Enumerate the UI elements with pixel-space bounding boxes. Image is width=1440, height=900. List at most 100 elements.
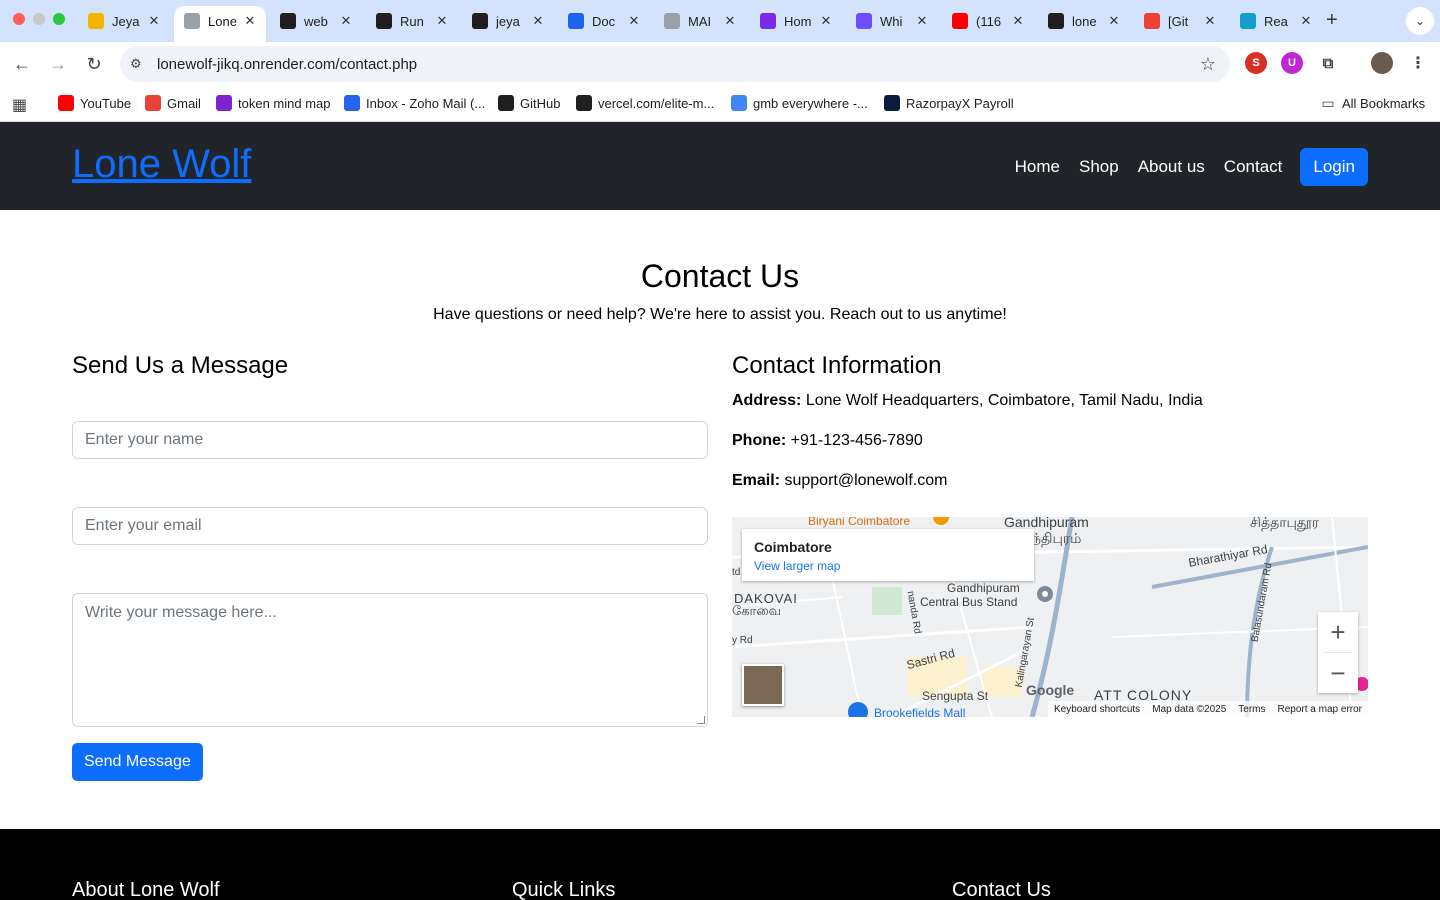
- message-textarea[interactable]: Write your message here...: [72, 593, 708, 727]
- site-navbar: Lone Wolf Home Shop About us Contact Log…: [0, 122, 1440, 210]
- tab-search-button[interactable]: ⌄: [1406, 7, 1434, 35]
- bookmark-item[interactable]: Gmail: [145, 95, 201, 111]
- tab-label: [Git: [1168, 13, 1189, 29]
- forward-button[interactable]: →: [46, 52, 70, 76]
- nav-link-contact[interactable]: Contact: [1224, 157, 1283, 177]
- gmail-icon: [1144, 13, 1160, 29]
- view-larger-map-link[interactable]: View larger map: [754, 559, 840, 573]
- email-field[interactable]: Enter your email: [72, 507, 708, 545]
- keyboard-shortcuts-link[interactable]: Keyboard shortcuts: [1048, 704, 1146, 715]
- satellite-toggle[interactable]: [742, 664, 784, 706]
- reload-button[interactable]: ↻: [82, 52, 106, 76]
- bookmark-item[interactable]: gmb everywhere -...: [731, 95, 868, 111]
- bookmark-label: Gmail: [167, 95, 201, 111]
- browser-tab[interactable]: lone ✕: [1038, 6, 1130, 36]
- bookmark-label: RazorpayX Payroll: [906, 95, 1014, 111]
- url-text[interactable]: lonewolf-jikq.onrender.com/contact.php: [157, 56, 417, 73]
- email-value: support@lonewolf.com: [784, 472, 948, 489]
- bookmark-item[interactable]: token mind map: [216, 95, 331, 111]
- brand-logo-link[interactable]: Lone Wolf: [72, 142, 251, 187]
- embedded-map[interactable]: Biryani Coimbatore Gandhipuram ந்திபுரம்…: [732, 517, 1368, 717]
- apps-grid-icon[interactable]: ▦: [12, 95, 27, 115]
- new-tab-button[interactable]: +: [1326, 9, 1338, 32]
- address-bar[interactable]: ⚙ lonewolf-jikq.onrender.com/contact.php…: [120, 46, 1230, 82]
- map-label-sathy-ta: சித்தாபுதூர: [1250, 517, 1319, 530]
- nav-link-shop[interactable]: Shop: [1079, 157, 1119, 177]
- tab-close-icon[interactable]: ✕: [818, 13, 834, 29]
- tab-close-icon[interactable]: ✕: [338, 13, 354, 29]
- zoom-out-button[interactable]: −: [1318, 653, 1358, 693]
- bookmark-label: YouTube: [80, 95, 132, 111]
- nav-link-about[interactable]: About us: [1138, 157, 1205, 177]
- all-bookmarks-label: All Bookmarks: [1342, 95, 1426, 111]
- browser-tab[interactable]: [Git ✕: [1134, 6, 1226, 36]
- tab-close-icon[interactable]: ✕: [434, 13, 450, 29]
- browser-tab[interactable]: Lone ✕: [174, 6, 266, 42]
- login-button[interactable]: Login: [1300, 148, 1368, 186]
- browser-tab[interactable]: Run ✕: [366, 6, 458, 36]
- back-button[interactable]: ←: [10, 52, 34, 76]
- browser-tab[interactable]: Jeya ✕: [78, 6, 170, 36]
- browser-tab[interactable]: Hom ✕: [750, 6, 842, 36]
- email-placeholder: Enter your email: [85, 517, 202, 534]
- zoho-mail-icon: [344, 95, 360, 111]
- browser-tab[interactable]: MAI ✕: [654, 6, 746, 36]
- textarea-resize-handle[interactable]: [697, 716, 705, 724]
- terms-link[interactable]: Terms: [1232, 704, 1271, 715]
- send-message-button[interactable]: Send Message: [72, 743, 203, 781]
- bookmark-star-icon[interactable]: ☆: [1200, 54, 1216, 75]
- close-window-button[interactable]: [13, 13, 25, 25]
- browser-tab[interactable]: jeya ✕: [462, 6, 554, 36]
- browser-tab[interactable]: Whi ✕: [846, 6, 938, 36]
- gmail-icon: [145, 95, 161, 111]
- github-icon: [472, 13, 488, 29]
- map-place-name: Coimbatore: [754, 539, 832, 555]
- tab-close-icon[interactable]: ✕: [1298, 13, 1314, 29]
- mindmap-icon: [216, 95, 232, 111]
- bookmark-item[interactable]: Inbox - Zoho Mail (...: [344, 95, 485, 111]
- report-map-error-link[interactable]: Report a map error: [1272, 704, 1368, 715]
- profile-avatar[interactable]: [1371, 52, 1393, 74]
- tab-close-icon[interactable]: ✕: [1202, 13, 1218, 29]
- globe-icon: [184, 13, 200, 29]
- tab-close-icon[interactable]: ✕: [722, 13, 738, 29]
- browser-tab[interactable]: Doc ✕: [558, 6, 650, 36]
- nav-links: Home Shop About us Contact Login: [996, 148, 1368, 186]
- all-bookmarks-folder[interactable]: ▭ All Bookmarks: [1320, 95, 1425, 111]
- tab-label: web: [304, 13, 328, 29]
- tab-close-icon[interactable]: ✕: [242, 13, 258, 29]
- bookmark-item[interactable]: vercel.com/elite-m...: [576, 95, 714, 111]
- browser-tab[interactable]: Rea ✕: [1230, 6, 1322, 36]
- tab-close-icon[interactable]: ✕: [146, 13, 162, 29]
- bookmarks-bar: ▦ YouTube Gmail token mind map Inbox - Zoho…: [0, 86, 1440, 122]
- nav-link-home[interactable]: Home: [1015, 157, 1060, 177]
- ublock-extension-icon[interactable]: U: [1281, 52, 1303, 74]
- seo-extension-icon[interactable]: S: [1245, 52, 1267, 74]
- extensions-puzzle-icon[interactable]: ⧉: [1317, 52, 1339, 74]
- address-line: Address: Lone Wolf Headquarters, Coimbat…: [732, 392, 1203, 410]
- map-label-kovai-ta: கோவை: [732, 603, 782, 618]
- map-data-text: Map data ©2025: [1152, 703, 1227, 715]
- address-value: Lone Wolf Headquarters, Coimbatore, Tami…: [805, 392, 1203, 409]
- bookmark-item[interactable]: YouTube: [58, 95, 131, 111]
- bookmark-label: gmb everywhere -...: [753, 95, 868, 111]
- tab-close-icon[interactable]: ✕: [1106, 13, 1122, 29]
- site-settings-icon[interactable]: ⚙: [130, 56, 148, 72]
- tab-close-icon[interactable]: ✕: [914, 13, 930, 29]
- minimize-window-button[interactable]: [33, 13, 45, 25]
- browser-tab[interactable]: web ✕: [270, 6, 362, 36]
- tab-close-icon[interactable]: ✕: [1010, 13, 1026, 29]
- zoom-in-button[interactable]: +: [1318, 612, 1358, 652]
- browser-menu-icon[interactable]: ⋮: [1407, 52, 1429, 74]
- bookmark-item[interactable]: RazorpayX Payroll: [884, 95, 1014, 111]
- tab-close-icon[interactable]: ✕: [626, 13, 642, 29]
- maximize-window-button[interactable]: [53, 13, 65, 25]
- tab-close-icon[interactable]: ✕: [530, 13, 546, 29]
- razorpay-icon: [884, 95, 900, 111]
- bookmark-item[interactable]: GitHub: [498, 95, 560, 111]
- name-field[interactable]: Enter your name: [72, 421, 708, 459]
- site-footer: About Lone Wolf Quick Links Contact Us: [0, 829, 1440, 900]
- browser-toolbar: ← → ↻ ⚙ lonewolf-jikq.onrender.com/conta…: [0, 42, 1440, 86]
- browser-tab[interactable]: (116 ✕: [942, 6, 1034, 36]
- name-placeholder: Enter your name: [85, 431, 204, 448]
